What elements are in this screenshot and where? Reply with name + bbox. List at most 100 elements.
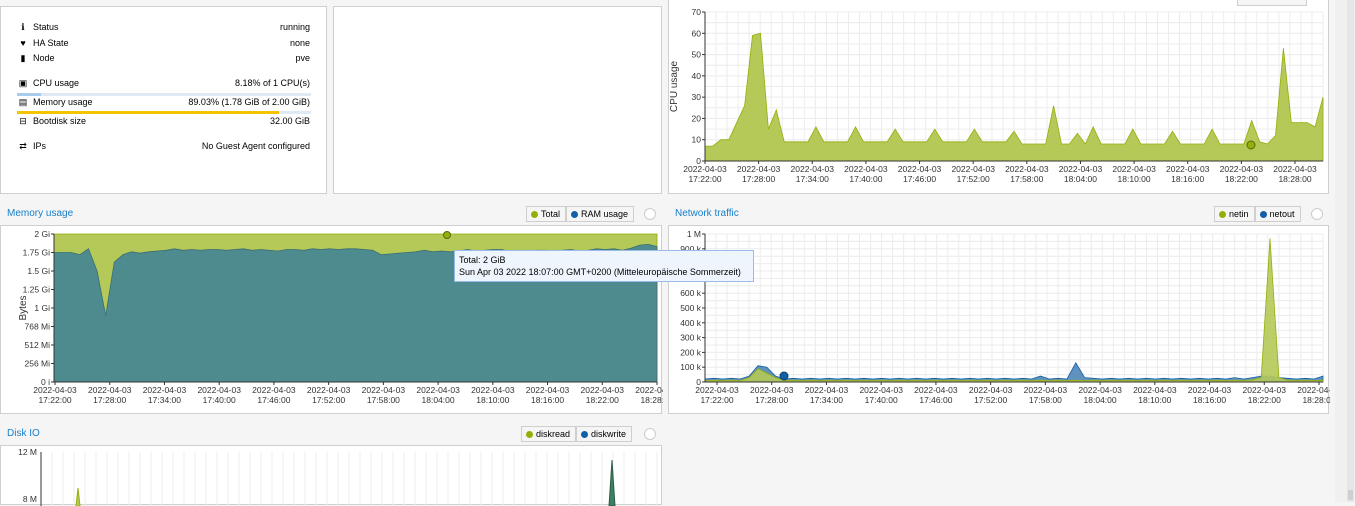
x-tick-date: 2022-04-03 [1059, 164, 1103, 174]
x-tick-date: 2022-04-03 [1112, 164, 1156, 174]
y-tick-label: 200 k [680, 347, 702, 357]
y-tick-label: 512 Mi [24, 340, 50, 350]
x-tick-date: 2022-04-03 [914, 385, 958, 395]
x-tick-time: 18:22:00 [1248, 395, 1281, 405]
x-tick-time: 18:28:00 [1278, 174, 1311, 184]
legend-diskread[interactable]: diskread [521, 426, 577, 442]
x-tick-time: 17:52:00 [312, 395, 345, 405]
legend-ram-usage[interactable]: RAM usage [566, 206, 635, 222]
network-chart-collapse-icon[interactable] [1311, 208, 1323, 220]
x-tick-time: 17:46:00 [903, 174, 936, 184]
x-tick-date: 2022-04-03 [581, 385, 625, 395]
info-icon: ℹ [21, 22, 25, 32]
x-tick-time: 17:28:00 [742, 174, 775, 184]
status-value: running [279, 22, 310, 32]
status-row-bootdisk-size: ⊟ Bootdisk size 32.00 GiB [17, 114, 310, 128]
status-row-cpu-usage: ▣ CPU usage 8.18% of 1 CPU(s) [17, 76, 310, 90]
x-tick-time: 17:28:00 [755, 395, 788, 405]
memory-usage-bar [17, 111, 311, 114]
tooltip-line-1: Total: 2 GiB [459, 255, 506, 265]
memory-chart-collapse-icon[interactable] [644, 208, 656, 220]
x-tick-time: 17:58:00 [1010, 174, 1043, 184]
x-tick-time: 18:22:00 [1225, 174, 1258, 184]
x-tick-time: 17:58:00 [367, 395, 400, 405]
x-tick-time: 18:10:00 [1138, 395, 1171, 405]
status-value: 32.00 GiB [269, 116, 310, 126]
x-tick-time: 17:46:00 [919, 395, 952, 405]
legend-netout[interactable]: netout [1254, 206, 1301, 222]
x-tick-date: 2022-04-03 [1220, 164, 1264, 174]
legend-diskwrite[interactable]: diskwrite [576, 426, 633, 442]
x-tick-date: 2022-04-03 [805, 385, 849, 395]
x-tick-time: 18:16:00 [1171, 174, 1204, 184]
y-tick-label: 2 Gi [34, 229, 50, 239]
x-tick-date: 2022-04-03 [737, 164, 781, 174]
status-label: HA State [33, 38, 69, 48]
page-scrollbar[interactable] [1335, 0, 1355, 502]
legend-diskread-dot [526, 430, 533, 438]
legend-netin-label: netin [1229, 209, 1249, 219]
legend-total[interactable]: Total [526, 206, 567, 222]
x-tick-time: 18:04:00 [1064, 174, 1097, 184]
server-icon: ▮ [20, 53, 26, 63]
network-chart-header: Network traffic netin netout [668, 203, 1329, 225]
x-tick-date: 2022-04-03 [1243, 385, 1287, 395]
cpu-chart-panel: 0 10 20 30 40 50 60 70 CPU usage 2022-04-03 17:22:… [668, 0, 1329, 194]
memory-chart-title: Memory usage [7, 208, 74, 219]
network-hover-marker [779, 371, 789, 381]
x-tick-date: 2022-04-03 [791, 164, 835, 174]
legend-diskread-label: diskread [536, 429, 571, 439]
notes-panel [333, 6, 662, 194]
y-tick-label: 768 Mi [24, 322, 50, 332]
tooltip-line-2: Sun Apr 03 2022 18:07:00 GMT+0200 (Mitte… [459, 267, 741, 277]
memory-icon: ▤ [18, 97, 28, 107]
status-row-status: ℹ Status running [17, 20, 310, 34]
status-panel: ℹ Status running ♥ HA State none ▮ Node pve ▣ CPU … [0, 6, 327, 194]
status-value: 8.18% of 1 CPU(s) [234, 78, 310, 88]
disk-chart-header: Disk IO diskread diskwrite [0, 423, 662, 445]
x-tick-date: 2022-04-03 [307, 385, 351, 395]
memory-chart-header: Memory usage Total RAM usage [0, 203, 662, 225]
cpu-hover-marker [1246, 140, 1256, 150]
disk-chart-panel: 12 M 8 M [0, 445, 662, 506]
y-tick-label: 40 [692, 71, 702, 81]
x-tick-date: 2022-04-03 [951, 164, 995, 174]
legend-netin-dot [1219, 210, 1226, 218]
x-tick-time: 17:28:00 [93, 395, 126, 405]
y-tick-label: 60 [692, 28, 702, 38]
legend-netin[interactable]: netin [1214, 206, 1255, 222]
hdd-icon: ⊟ [19, 116, 27, 126]
diskwrite-spike [608, 459, 616, 506]
chart-tooltip: Total: 2 GiB Sun Apr 03 2022 18:07:00 GM… [454, 250, 754, 282]
x-tick-time: 18:16:00 [531, 395, 564, 405]
y-tick-label: 8 M [23, 494, 37, 504]
legend-netout-dot [1259, 210, 1267, 218]
x-tick-time: 17:40:00 [865, 395, 898, 405]
status-value: pve [295, 53, 310, 63]
y-tick-label: 1 Gi [34, 303, 50, 313]
y-tick-label: 300 k [680, 333, 702, 343]
disk-chart-title: Disk IO [7, 428, 40, 439]
status-label: Memory usage [33, 97, 93, 107]
x-tick-time: 18:10:00 [1118, 174, 1151, 184]
y-tick-label: 70 [692, 7, 702, 17]
x-tick-date: 2022-04-03 [695, 385, 739, 395]
x-tick-time: 17:40:00 [203, 395, 236, 405]
scrollbar-track[interactable] [1347, 0, 1354, 502]
status-value: No Guest Agent configured [201, 141, 310, 151]
x-tick-time: 18:10:00 [476, 395, 509, 405]
scrollbar-thumb[interactable] [1348, 490, 1353, 500]
y-tick-label: 1.25 Gi [23, 285, 51, 295]
x-tick-date: 2022-04-03 [33, 385, 77, 395]
legend-ram-usage-label: RAM usage [581, 209, 629, 219]
y-tick-label: 30 [692, 92, 702, 102]
x-tick-time: 18:28:00 [640, 395, 663, 405]
x-tick-date: 2022-04-03 [197, 385, 241, 395]
y-tick-label: 100 k [680, 362, 702, 372]
y-tick-label: 1.75 Gi [23, 248, 51, 258]
x-tick-time: 17:34:00 [810, 395, 843, 405]
x-tick-time: 18:16:00 [1193, 395, 1226, 405]
x-tick-date: 2022-04-03 [416, 385, 460, 395]
disk-chart-collapse-icon[interactable] [644, 428, 656, 440]
network-chart-title: Network traffic [675, 208, 739, 219]
